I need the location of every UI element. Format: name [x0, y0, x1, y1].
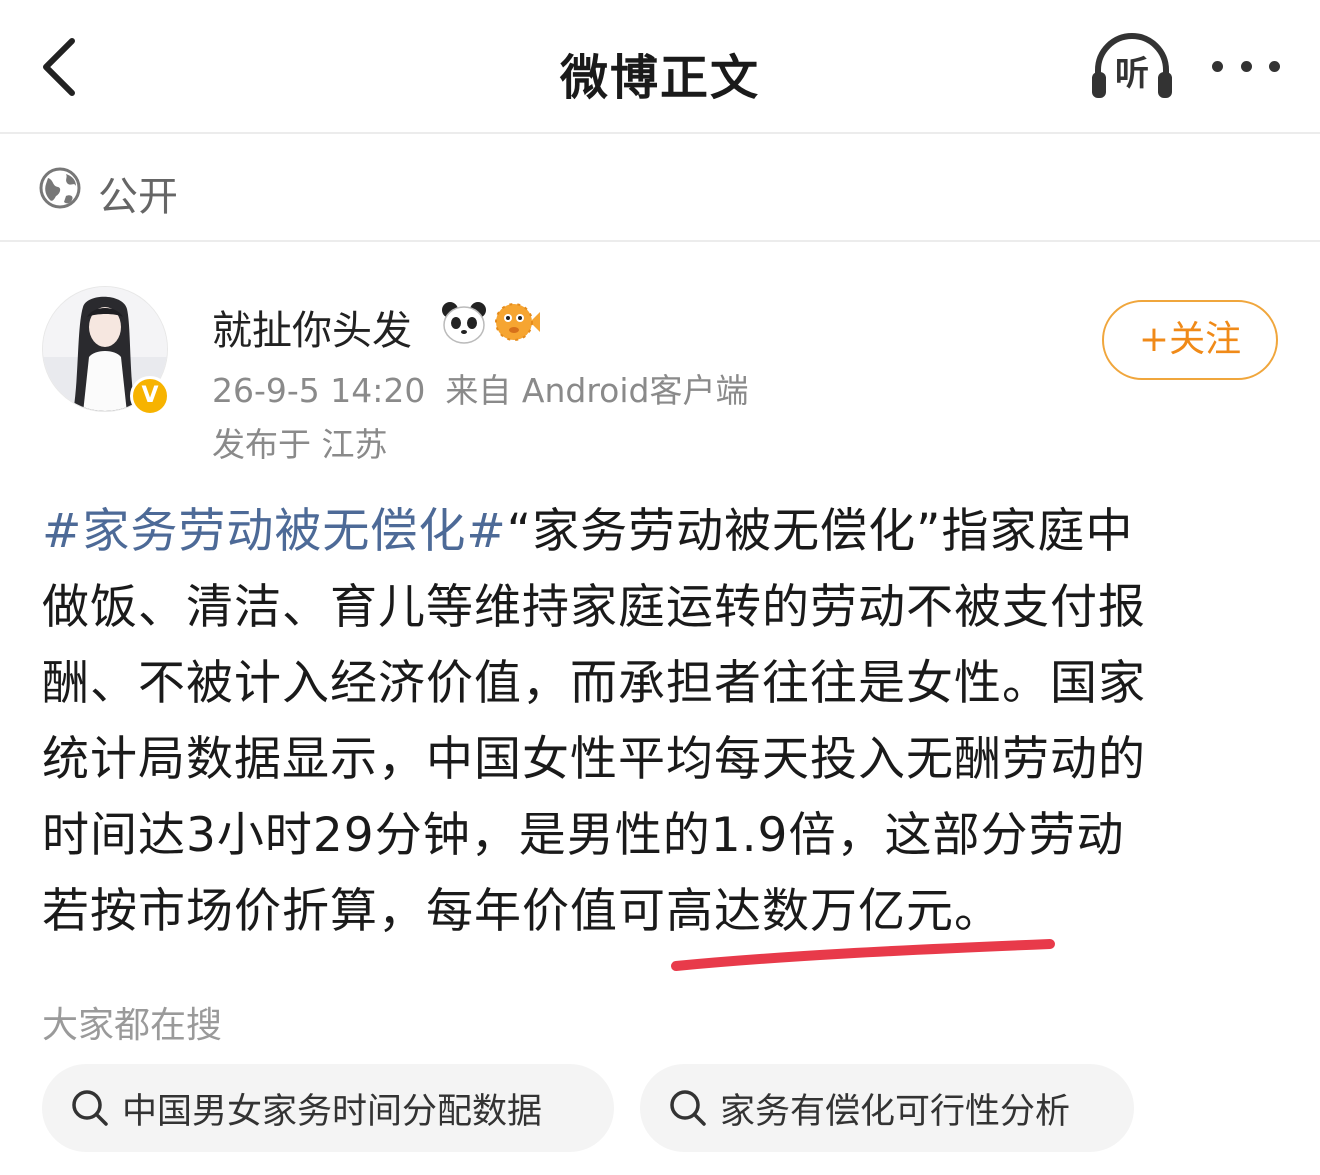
hashtag-link[interactable]: #家务劳动被无偿化#: [42, 504, 507, 559]
search-icon: [670, 1090, 706, 1126]
post-line: 酬、不被计入经济价值，而承担者往往是女性。国家: [42, 656, 1146, 711]
post-line: 统计局数据显示，中国女性平均每天投入无酬劳动的: [42, 732, 1146, 787]
panda-icon: [442, 302, 486, 344]
trending-searches-heading: 大家都在搜: [42, 1005, 223, 1046]
post-line: #家务劳动被无偿化#“家务劳动被无偿化”指家庭中: [42, 494, 1282, 570]
globe-icon: [39, 167, 81, 209]
search-chip-label: 家务有偿化可行性分析: [720, 1091, 1071, 1132]
author-name[interactable]: 就扯你头发: [212, 298, 412, 356]
dot-icon: [1240, 60, 1252, 72]
verified-badge: V: [130, 376, 170, 416]
pufferfish-icon: [495, 303, 540, 341]
follow-button[interactable]: +关注: [1102, 300, 1278, 380]
more-options-button[interactable]: [1206, 44, 1286, 88]
visibility-label: 公开: [98, 174, 178, 220]
search-chip-label: 中国男女家务时间分配数据: [122, 1091, 543, 1132]
post-date: 26-9-5 14:20: [212, 371, 426, 410]
post-line-text: “家务劳动被无偿化”指家庭中: [506, 504, 1134, 559]
dot-icon: [1212, 60, 1223, 72]
listen-label: 听: [1115, 54, 1149, 94]
post-line: 做饭、清洁、育儿等维持家庭运转的劳动不被支付报: [42, 580, 1146, 635]
listen-button[interactable]: 听: [1088, 30, 1176, 102]
search-chip[interactable]: 中国男女家务时间分配数据: [42, 1064, 614, 1152]
post-line: 若按市场价折算，每年价值可高达数万亿元。: [42, 884, 1002, 939]
post-source: 来自 Android客户端: [445, 371, 749, 410]
search-chip[interactable]: 家务有偿化可行性分析: [640, 1064, 1134, 1152]
post-location: 发布于 江苏: [212, 425, 388, 464]
dot-icon: [1269, 60, 1280, 72]
visibility-row: [0, 136, 1320, 242]
post-body: #家务劳动被无偿化#“家务劳动被无偿化”指家庭中 做饭、清洁、育儿等维持家庭运转…: [42, 494, 1282, 950]
search-icon: [72, 1090, 108, 1126]
post-meta: 26-9-5 14:20 来自 Android客户端: [212, 364, 748, 412]
post-line: 时间达3小时29分钟，是男性的1.9倍，这部分劳动: [42, 808, 1125, 863]
top-nav-bar: 微博正文 听: [0, 0, 1320, 134]
